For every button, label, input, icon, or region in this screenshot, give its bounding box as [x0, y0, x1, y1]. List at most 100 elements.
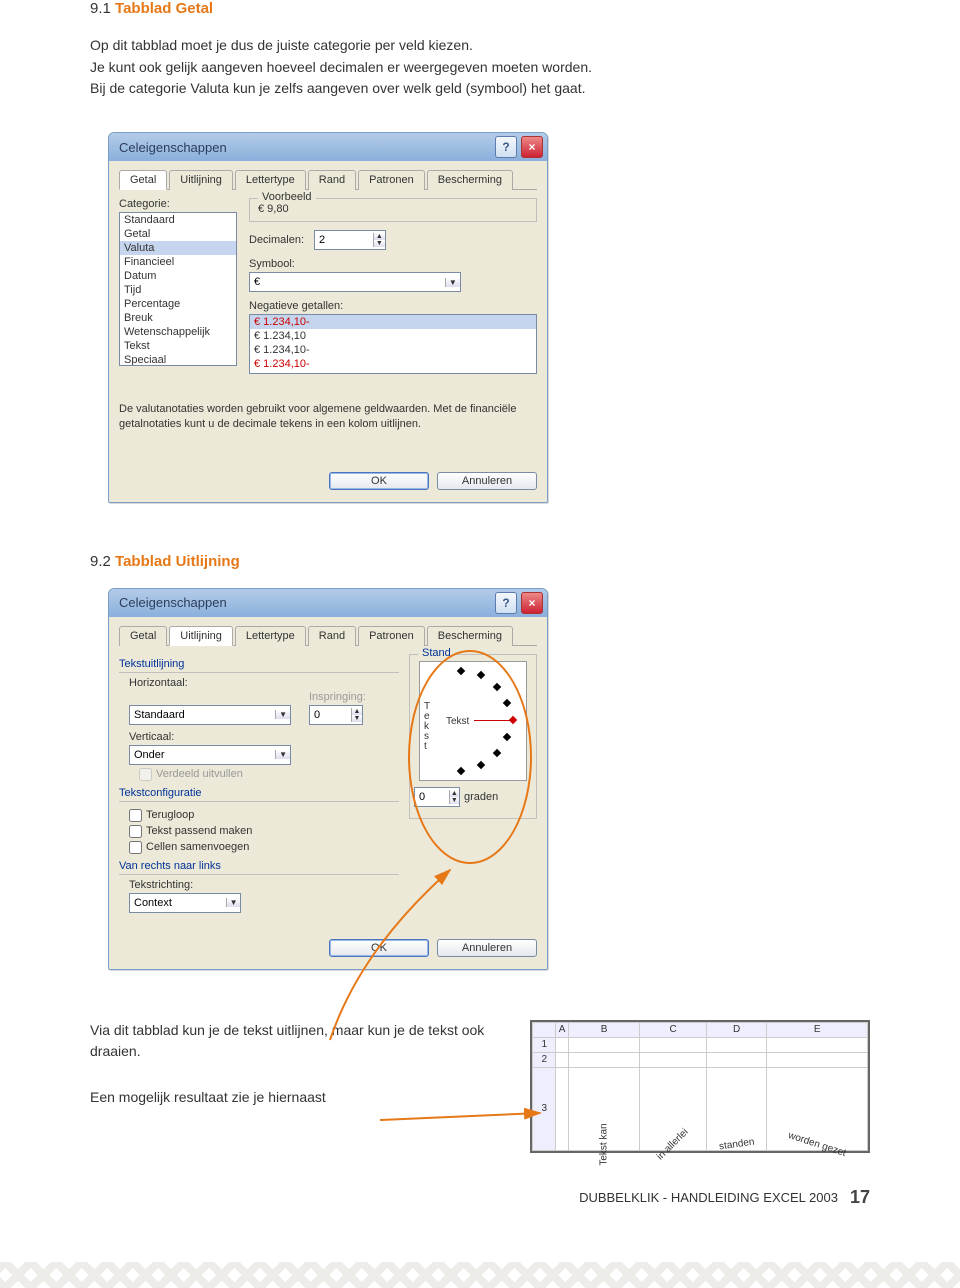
neg-row-0[interactable]: € 1.234,10-	[250, 315, 536, 329]
neg-row-1[interactable]: € 1.234,10	[250, 329, 536, 343]
spin-up-icon[interactable]: ▲	[374, 233, 385, 240]
cat-wetensch[interactable]: Wetenschappelijk	[120, 325, 236, 339]
dialog1-helptext: De valutanotaties worden gebruikt voor a…	[119, 402, 537, 432]
merge-check[interactable]: Cellen samenvoegen	[129, 841, 399, 854]
section-2-heading: 9.2 Tabblad Uitlijning	[90, 553, 870, 570]
section-1-title: Tabblad Getal	[115, 0, 213, 17]
dir-label: Tekstrichting:	[129, 879, 399, 891]
page-footer: DUBBELKLIK - HANDLEIDING EXCEL 2003 17	[90, 1187, 870, 1208]
vert-label: Verticaal:	[129, 731, 399, 743]
neg-row-3[interactable]: € 1.234,10-	[250, 357, 536, 371]
indent-value[interactable]	[310, 709, 351, 721]
preview-value: € 9,80	[258, 203, 289, 215]
cat-breuk[interactable]: Breuk	[120, 311, 236, 325]
horiz-value[interactable]	[130, 709, 275, 721]
cell-e3: worden gezet	[787, 1130, 848, 1159]
ok-button[interactable]: OK	[329, 472, 429, 490]
horiz-label: Horizontaal:	[129, 677, 399, 689]
dialog2-title: Celeigenschappen	[119, 595, 227, 610]
section-1-heading: 9.1 Tabblad Getal	[90, 0, 870, 17]
row-3: 3	[533, 1067, 556, 1150]
cat-tekst[interactable]: Tekst	[120, 339, 236, 353]
tab2-lettertype[interactable]: Lettertype	[235, 626, 306, 646]
cell-d3: standen	[718, 1136, 755, 1152]
group-textconfig: Tekstconfiguratie	[119, 787, 399, 799]
spin-up-icon[interactable]: ▲	[352, 708, 362, 715]
section-2-num: 9.2	[90, 553, 111, 570]
ok-button-2[interactable]: OK	[329, 939, 429, 957]
below-text-2: Een mogelijk resultaat zie je hiernaast	[90, 1087, 500, 1109]
dialog1-tabs: Getal Uitlijning Lettertype Rand Patrone…	[119, 169, 537, 190]
help-button-2[interactable]: ?	[495, 592, 517, 614]
row-1: 1	[533, 1037, 556, 1052]
dialog2-tabs: Getal Uitlijning Lettertype Rand Patrone…	[119, 625, 537, 646]
dial-h-label: Tekst	[446, 716, 469, 727]
chevron-down-icon[interactable]: ▼	[275, 710, 290, 719]
dialog2-titlebar[interactable]: Celeigenschappen ? ×	[109, 589, 547, 617]
indent-spinner[interactable]: ▲▼	[309, 705, 363, 725]
tab2-getal[interactable]: Getal	[119, 626, 167, 646]
spin-down-icon[interactable]: ▼	[374, 240, 385, 247]
vert-combo[interactable]: ▼	[129, 745, 291, 765]
decorative-chevron-band	[0, 1262, 960, 1288]
category-list[interactable]: Standaard Getal Valuta Financieel Datum …	[119, 212, 237, 366]
tab-bescherming[interactable]: Bescherming	[427, 170, 513, 190]
close-button[interactable]: ×	[521, 136, 543, 158]
dialog1-title: Celeigenschappen	[119, 140, 227, 155]
group-textalign: Tekstuitlijning	[119, 658, 399, 670]
close-button-2[interactable]: ×	[521, 592, 543, 614]
tab-getal[interactable]: Getal	[119, 170, 167, 190]
dir-value[interactable]	[130, 897, 226, 909]
dialog-celeigenschappen-uitlijning: Celeigenschappen ? × Getal Uitlijning Le…	[108, 588, 548, 970]
tab2-uitlijning[interactable]: Uitlijning	[169, 626, 233, 646]
chevron-down-icon[interactable]: ▼	[445, 278, 460, 287]
degrees-word: graden	[464, 791, 498, 803]
below-text-1: Via dit tabblad kun je de tekst uitlijne…	[90, 1020, 500, 1063]
tab2-rand[interactable]: Rand	[308, 626, 356, 646]
degrees-value[interactable]	[415, 791, 449, 803]
neg-row-2[interactable]: € 1.234,10-	[250, 343, 536, 357]
dir-combo[interactable]: ▼	[129, 893, 241, 913]
cancel-button[interactable]: Annuleren	[437, 472, 537, 490]
distributed-check: Verdeeld uitvullen	[139, 768, 399, 781]
cat-datum[interactable]: Datum	[120, 269, 236, 283]
cat-percentage[interactable]: Percentage	[120, 297, 236, 311]
cancel-button-2[interactable]: Annuleren	[437, 939, 537, 957]
spin-down-icon[interactable]: ▼	[450, 797, 459, 804]
cat-financieel[interactable]: Financieel	[120, 255, 236, 269]
orientation-dial[interactable]: Tekst Tekst	[419, 661, 527, 781]
col-A: A	[556, 1022, 569, 1037]
dialog1-titlebar[interactable]: Celeigenschappen ? ×	[109, 133, 547, 161]
para-1: Op dit tabblad moet je dus de juiste cat…	[90, 35, 870, 100]
tab2-patronen[interactable]: Patronen	[358, 626, 425, 646]
row-2: 2	[533, 1052, 556, 1067]
chevron-down-icon[interactable]: ▼	[275, 750, 290, 759]
symbol-combo[interactable]: ▼	[249, 272, 461, 292]
decimals-input[interactable]	[315, 234, 373, 246]
spin-up-icon[interactable]: ▲	[450, 790, 459, 797]
symbol-value[interactable]	[250, 276, 445, 288]
cat-valuta[interactable]: Valuta	[120, 241, 236, 255]
horiz-combo[interactable]: ▼	[129, 705, 291, 725]
degrees-spinner[interactable]: ▲▼	[414, 787, 460, 807]
cat-standaard[interactable]: Standaard	[120, 213, 236, 227]
tab-patronen[interactable]: Patronen	[358, 170, 425, 190]
cat-tijd[interactable]: Tijd	[120, 283, 236, 297]
vert-value[interactable]	[130, 749, 275, 761]
tab-rand[interactable]: Rand	[308, 170, 356, 190]
section-1-num: 9.1	[90, 0, 111, 17]
wrap-check[interactable]: Terugloop	[129, 809, 399, 822]
col-E: E	[767, 1022, 868, 1037]
tab2-bescherming[interactable]: Bescherming	[427, 626, 513, 646]
decimals-label: Decimalen:	[249, 234, 304, 246]
shrink-check[interactable]: Tekst passend maken	[129, 825, 399, 838]
cat-getal[interactable]: Getal	[120, 227, 236, 241]
cat-speciaal[interactable]: Speciaal	[120, 353, 236, 366]
negative-list[interactable]: € 1.234,10- € 1.234,10 € 1.234,10- € 1.2…	[249, 314, 537, 374]
chevron-down-icon[interactable]: ▼	[226, 898, 240, 907]
help-button[interactable]: ?	[495, 136, 517, 158]
tab-uitlijning[interactable]: Uitlijning	[169, 170, 233, 190]
decimals-spinner[interactable]: ▲▼	[314, 230, 386, 250]
spin-down-icon[interactable]: ▼	[352, 715, 362, 722]
tab-lettertype[interactable]: Lettertype	[235, 170, 306, 190]
